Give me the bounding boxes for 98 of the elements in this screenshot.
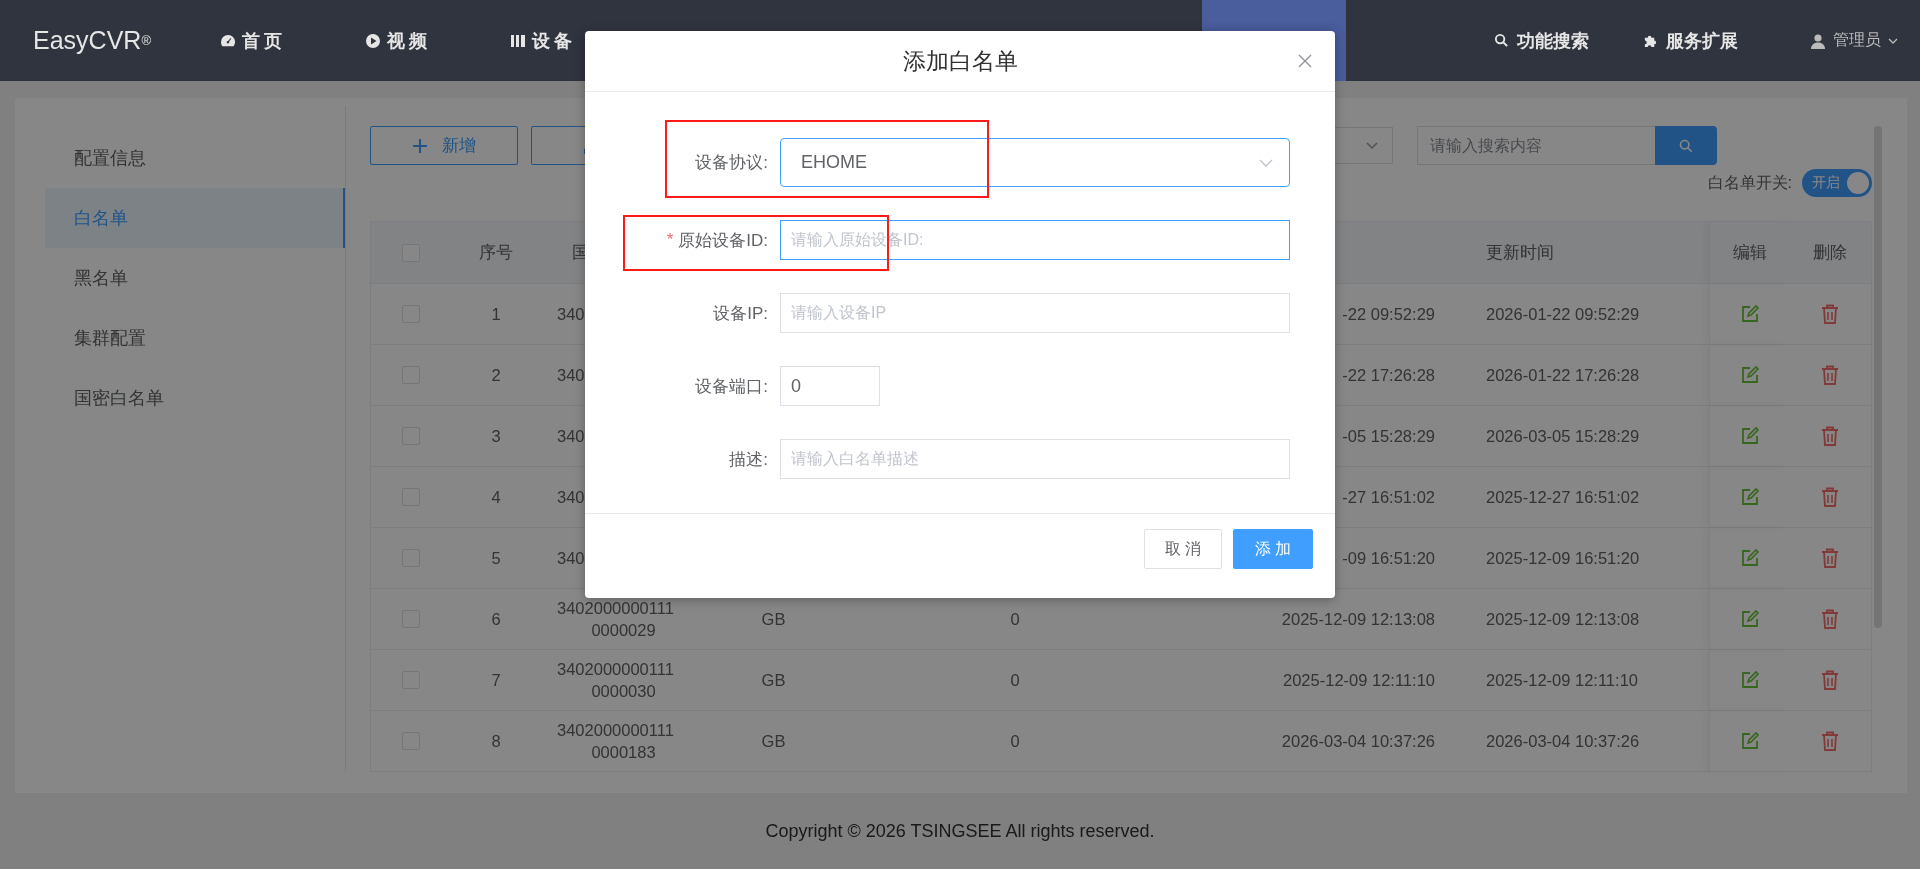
search-icon: [1494, 33, 1509, 48]
select-field[interactable]: EHOME: [780, 138, 1290, 187]
nav-item[interactable]: 功能搜索: [1494, 0, 1643, 81]
trash-icon[interactable]: [1821, 731, 1839, 751]
trash-icon[interactable]: [1821, 487, 1839, 507]
table-cell: GB: [761, 731, 786, 751]
edit-icon[interactable]: [1739, 487, 1760, 507]
table-cell: -22 09:52:29: [1342, 304, 1435, 324]
gauge-icon: [220, 32, 236, 49]
cancel-button[interactable]: 取 消: [1144, 529, 1222, 569]
table-cell-text: 340: [557, 548, 586, 569]
table-cell: 0: [1010, 609, 1020, 629]
search-button[interactable]: [1655, 126, 1717, 165]
dialog-title: 添加白名单: [902, 46, 1018, 76]
trash-icon[interactable]: [1821, 609, 1839, 629]
table-cell: -22 17:26:28: [1342, 365, 1435, 385]
trash-icon[interactable]: [1821, 548, 1839, 568]
field-label: 原始设备ID:: [678, 229, 768, 252]
table-cell: 4: [491, 487, 501, 507]
trash-icon[interactable]: [1821, 365, 1839, 385]
field-label: 设备协议:: [695, 152, 768, 174]
column-header: 编辑: [1732, 241, 1767, 263]
field-label: 描述:: [729, 448, 768, 471]
table-cell: 2025-12-09 12:13:08: [1486, 609, 1640, 629]
table-cell: 0: [1010, 731, 1020, 751]
table-cell: GB: [761, 609, 786, 629]
table-cell-text: 3402000000111: [557, 598, 675, 619]
table-cell: GB: [761, 670, 786, 690]
table-cell: 2025-12-09 12:13:08: [1281, 609, 1435, 629]
sidebar-item[interactable]: 配置信息: [45, 128, 345, 188]
edit-icon[interactable]: [1739, 365, 1760, 385]
edit-icon[interactable]: [1739, 670, 1760, 690]
edit-icon[interactable]: [1739, 548, 1760, 568]
column-header: 更新时间: [1486, 241, 1554, 263]
edit-icon[interactable]: [1739, 304, 1760, 324]
table-cell: 2026-03-05 15:28:29: [1486, 426, 1640, 446]
table-cell-text: 0000183: [590, 742, 657, 763]
sidebar-item[interactable]: 黑名单: [45, 248, 345, 308]
puzzle-icon: [1643, 33, 1658, 48]
table-cell-text: 340: [557, 487, 586, 508]
user-icon: [1810, 32, 1826, 49]
sidebar-item[interactable]: 国密白名单: [45, 368, 345, 428]
column-header: 删除: [1813, 241, 1847, 263]
table-cell: 3: [491, 426, 501, 446]
edit-icon[interactable]: [1739, 609, 1760, 629]
input-field[interactable]: 0: [780, 366, 880, 406]
table-cell: 2025-12-09 12:11:10: [1486, 670, 1638, 690]
user-menu[interactable]: 管理员: [1810, 0, 1898, 81]
table-cell: -09 16:51:20: [1342, 548, 1435, 568]
sidebar-item[interactable]: 集群配置: [45, 308, 345, 368]
table-cell: 8: [491, 731, 501, 751]
search-field[interactable]: 请输入搜索内容: [1417, 126, 1655, 165]
table-cell: 1: [491, 304, 501, 324]
search-icon: [1679, 138, 1693, 153]
table-cell: 2025-12-27 16:51:02: [1486, 487, 1640, 507]
edit-icon[interactable]: [1739, 426, 1760, 446]
field-label: 设备IP:: [713, 302, 768, 325]
table-cell-text: 3402000000111: [557, 720, 675, 741]
table-cell: -27 16:51:02: [1342, 487, 1435, 507]
close-icon[interactable]: [1297, 53, 1313, 69]
switch-label: 白名单开关:: [1707, 172, 1792, 193]
plus-icon: [412, 137, 428, 154]
table-cell: 6: [491, 609, 501, 629]
play-icon: [365, 32, 381, 49]
table-cell: 2026-01-22 09:52:29: [1486, 304, 1640, 324]
copyright-text: Copyright © 2026 TSINGSEE All rights reserved.: [765, 820, 1155, 842]
table-cell: 2025-12-09 16:51:20: [1486, 548, 1640, 568]
table-cell-text: 340: [557, 365, 586, 386]
table-cell: 7: [491, 670, 501, 690]
input-field[interactable]: 请输入原始设备ID:: [780, 220, 1290, 260]
edit-icon[interactable]: [1739, 731, 1760, 751]
columns-icon: [510, 32, 526, 49]
table-cell: -05 15:28:29: [1342, 426, 1435, 446]
table-cell: 0: [1010, 670, 1020, 690]
table-cell-text: 3402000000111: [557, 659, 675, 680]
nav-item[interactable]: 视频: [365, 0, 510, 81]
trash-icon[interactable]: [1821, 304, 1839, 324]
table-cell-text: 0000030: [590, 681, 657, 702]
table-cell: 5: [491, 548, 501, 568]
table-cell: 2026-03-04 10:37:26: [1281, 731, 1435, 751]
table-cell: 2025-12-09 12:11:10: [1283, 670, 1435, 690]
logo[interactable]: EasyCVR$^{®}$: [0, 0, 220, 81]
nav-item[interactable]: 设备: [510, 0, 655, 81]
table-cell: 2026-03-04 10:37:26: [1486, 731, 1640, 751]
table-cell-text: 0000029: [590, 620, 657, 641]
chevron-down-icon: [1366, 141, 1378, 150]
field-label: 设备端口:: [695, 375, 768, 398]
table-cell-text: 340: [557, 426, 586, 447]
column-header: 序号: [479, 241, 513, 263]
table-cell-text: 340: [557, 304, 586, 325]
trash-icon[interactable]: [1821, 426, 1839, 446]
chevron-down-icon: [1259, 158, 1273, 167]
nav-item[interactable]: 服务扩展: [1643, 0, 1810, 81]
nav-item[interactable]: 首页: [220, 0, 365, 81]
table-cell: 2: [491, 365, 501, 385]
trash-icon[interactable]: [1821, 670, 1839, 690]
table-cell: 2026-01-22 17:26:28: [1486, 365, 1640, 385]
required-mark: *: [666, 230, 674, 250]
